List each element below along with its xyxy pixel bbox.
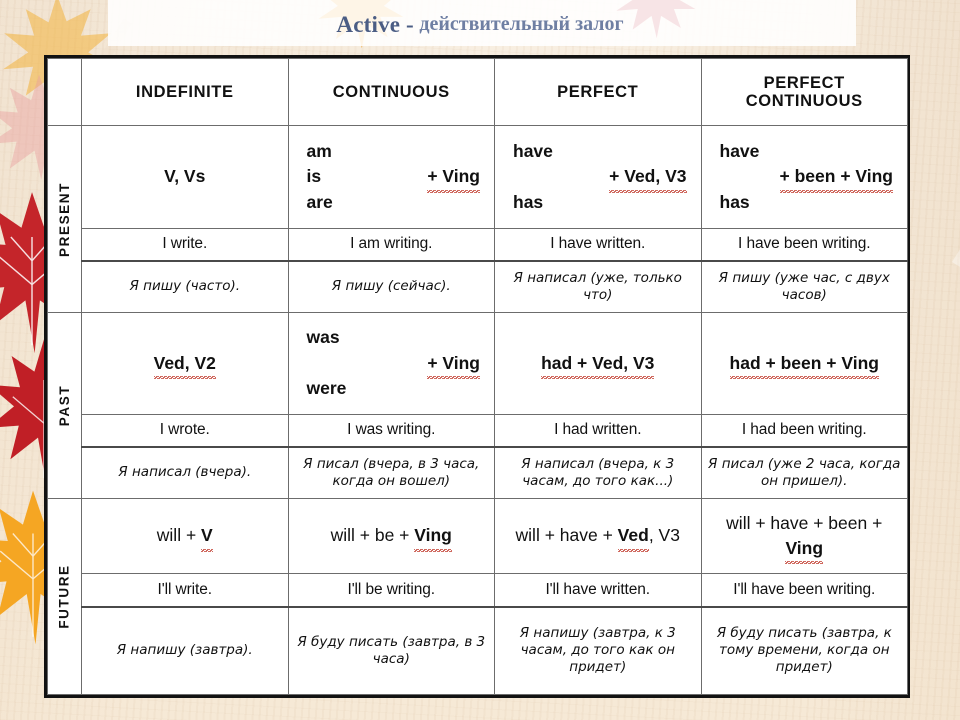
formula-past-perfect-continuous: had + been + Ving [700, 311, 908, 415]
formula-right: + been + Ving [779, 164, 894, 194]
formula-line-3: were [306, 377, 347, 398]
example-past-indefinite: I wrote. [81, 413, 289, 448]
future-example-row: I'll write. I'll be writing. I'll have w… [48, 573, 908, 608]
example-future-continuous: I'll be writing. [287, 573, 495, 608]
column-header-indefinite: INDEFINITE [81, 57, 289, 127]
formula-stack: was + Ving were [293, 325, 491, 401]
formula-line-1: have [513, 141, 553, 162]
formula-text: had + been + Ving [729, 351, 880, 380]
formula-future-continuous: will + be + Ving [287, 497, 495, 575]
formula-present-continuous: am is + Ving are [287, 125, 495, 229]
formula-past-indefinite: Ved, V2 [81, 311, 289, 415]
formula-past-continuous: was + Ving were [287, 311, 495, 415]
translation-past-indefinite: Я написал (вчера). [81, 446, 289, 499]
formula-line-1: am [306, 141, 332, 162]
formula-future-indefinite: will + V [81, 497, 289, 575]
tense-table: INDEFINITE CONTINUOUS PERFECT PERFECT CO… [47, 57, 908, 696]
example-past-perfect-continuous: I had been writing. [700, 413, 908, 448]
example-future-indefinite: I'll write. [81, 573, 289, 608]
formula-aux-2: is [306, 166, 322, 187]
past-example-row: I wrote. I was writing. I had written. I… [48, 413, 908, 448]
future-formula-row: FUTURE will + V will + be + Ving will + … [47, 497, 908, 696]
formula-text: will + V [157, 523, 213, 553]
example-present-perfect-continuous: I have been writing. [700, 227, 908, 262]
formula-line-2: + been + Ving [720, 164, 904, 194]
formula-text: will + have + been + Ving [726, 513, 882, 565]
formula-emphasis: Ved [617, 523, 649, 553]
formula-text: will + be + Ving [331, 523, 452, 553]
translation-past-perfect-continuous: Я писал (уже 2 часа, когда он пришел). [700, 446, 908, 499]
example-future-perfect: I'll have written. [494, 573, 702, 608]
formula-text: V, Vs [164, 166, 206, 187]
row-label-future: FUTURE [47, 497, 82, 696]
formula-line-3: are [306, 191, 333, 212]
title-russian: действительный залог [419, 13, 624, 35]
translation-present-perfect-continuous: Я пишу (уже час, с двух часов) [700, 259, 908, 313]
row-label-future-text: FUTURE [57, 564, 73, 629]
formula-text: will + have + Ved, V3 [516, 523, 680, 553]
title-english: Active [336, 11, 401, 37]
example-past-continuous: I was writing. [287, 413, 495, 448]
formula-stack: am is + Ving are [293, 139, 491, 215]
present-example-row: I write. I am writing. I have written. I… [48, 227, 908, 262]
formula-line-1: was [306, 327, 340, 348]
row-label-present: PRESENT [47, 125, 82, 313]
formula-emphasis: Ving [785, 536, 823, 565]
column-header-perfect-continuous: PERFECT CONTINUOUS [700, 57, 908, 127]
formula-text: had + Ved, V3 [541, 351, 655, 380]
column-header-continuous: CONTINUOUS [287, 57, 495, 127]
translation-future-indefinite: Я напишу (завтра). [81, 605, 289, 695]
example-present-continuous: I am writing. [287, 227, 495, 262]
formula-line-3: has [513, 191, 544, 212]
row-label-present-text: PRESENT [57, 181, 72, 257]
example-past-perfect: I had written. [494, 413, 702, 448]
translation-present-indefinite: Я пишу (часто). [81, 259, 289, 313]
formula-line-2: is + Ving [306, 164, 491, 194]
formula-text: Ved, V2 [153, 351, 217, 380]
formula-line-2: + Ving [307, 351, 491, 380]
formula-emphasis: V [201, 523, 213, 553]
title-separator: - [400, 11, 420, 37]
example-present-perfect: I have written. [494, 227, 702, 262]
formula-present-perfect: have + Ved, V3 has [494, 125, 702, 229]
formula-line-1: have [719, 141, 760, 162]
formula-stack: have + Ved, V3 has [499, 139, 697, 215]
formula-line-2: + Ved, V3 [513, 164, 697, 194]
formula-emphasis: Ving [414, 523, 452, 553]
formula-stack: have + been + Ving has [706, 139, 904, 215]
page-title: Active - действительный залог [0, 0, 960, 48]
present-formula-row: PRESENT V, Vs am is + Ving are have + Ved… [47, 125, 908, 313]
formula-right: + Ving [427, 164, 480, 194]
translation-future-perfect: Я напишу (завтра, к 3 часам, до того как… [494, 605, 702, 695]
row-label-past: PAST [47, 311, 82, 499]
formula-present-indefinite: V, Vs [81, 125, 289, 229]
formula-future-perfect-continuous: will + have + been + Ving [700, 497, 908, 575]
present-translation-row: Я пишу (часто). Я пишу (сейчас). Я напис… [48, 259, 908, 313]
translation-future-perfect-continuous: Я буду писать (завтра, к тому времени, к… [700, 605, 908, 695]
past-translation-row: Я написал (вчера). Я писал (вчера, в 3 ч… [48, 446, 908, 499]
future-translation-row: Я напишу (завтра). Я буду писать (завтра… [48, 605, 908, 695]
formula-line-3: has [719, 191, 750, 212]
table-header-row: INDEFINITE CONTINUOUS PERFECT PERFECT CO… [47, 57, 908, 127]
tense-table-container: INDEFINITE CONTINUOUS PERFECT PERFECT CO… [44, 55, 910, 698]
translation-future-continuous: Я буду писать (завтра, в 3 часа) [287, 605, 495, 695]
translation-present-continuous: Я пишу (сейчас). [287, 259, 495, 313]
example-present-indefinite: I write. [81, 227, 289, 262]
formula-present-perfect-continuous: have + been + Ving has [700, 125, 908, 229]
formula-future-perfect: will + have + Ved, V3 [494, 497, 702, 575]
translation-past-perfect: Я написал (вчера, к 3 часам, до того как… [494, 446, 702, 499]
example-future-perfect-continuous: I'll have been writing. [700, 573, 908, 608]
formula-right: + Ved, V3 [609, 164, 687, 194]
translation-present-perfect: Я написал (уже, только что) [494, 259, 702, 313]
row-label-past-text: PAST [57, 384, 72, 426]
translation-past-continuous: Я писал (вчера, в 3 часа, когда он вошел… [287, 446, 495, 499]
past-formula-row: PAST Ved, V2 was + Ving were had + Ved, … [47, 311, 908, 499]
formula-right: + Ving [427, 351, 480, 380]
column-header-perfect: PERFECT [494, 57, 702, 127]
header-corner-cell [47, 57, 82, 127]
formula-past-perfect: had + Ved, V3 [494, 311, 702, 415]
